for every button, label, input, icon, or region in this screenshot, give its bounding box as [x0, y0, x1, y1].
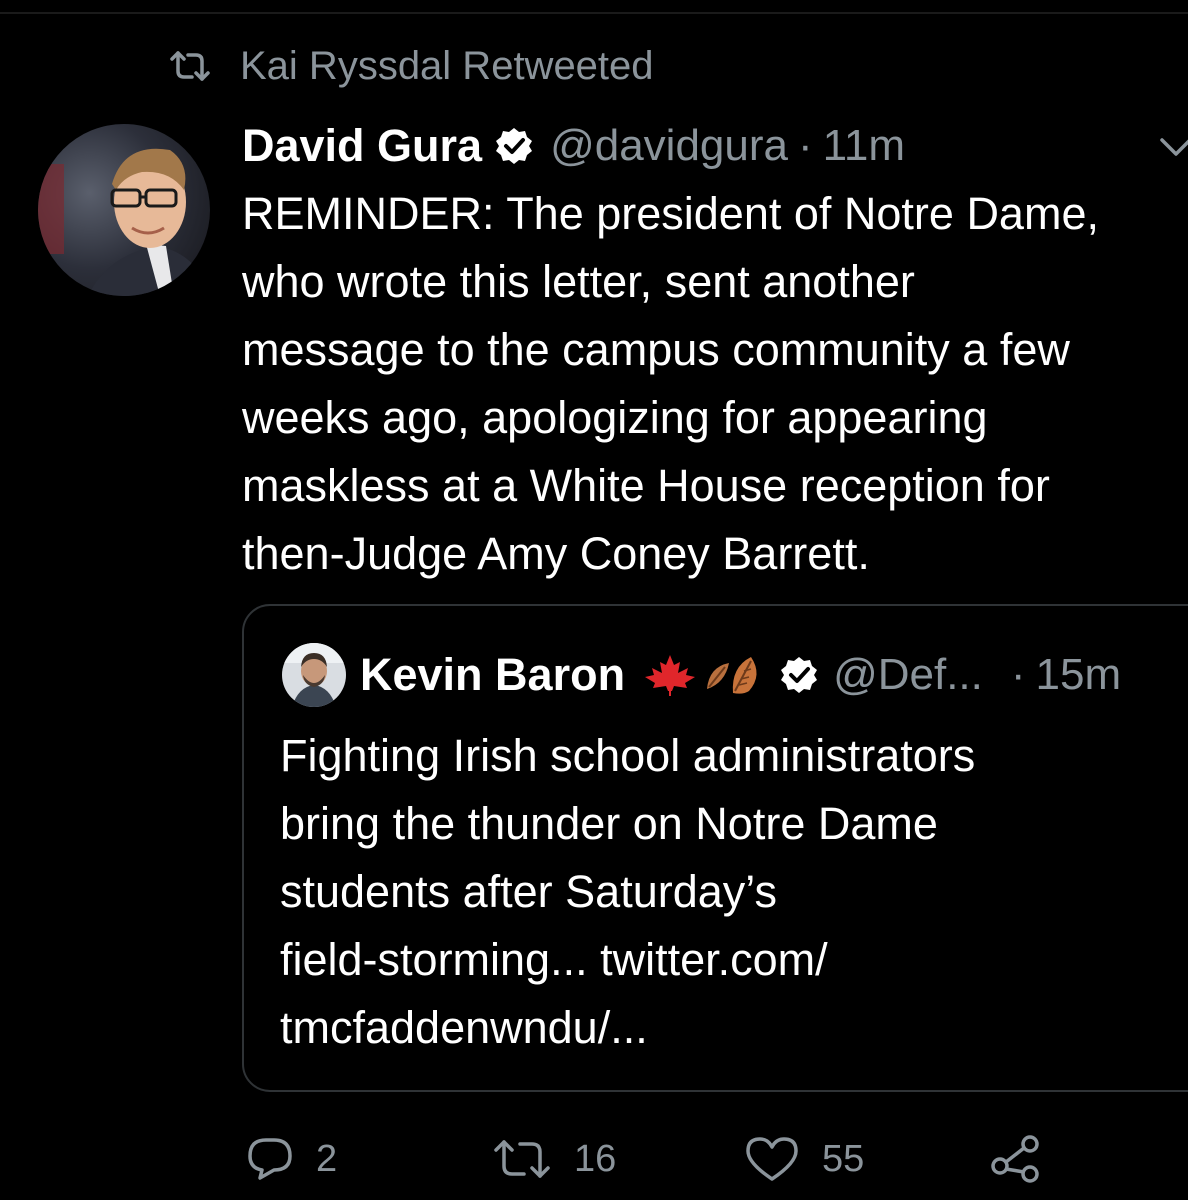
tweet-text-line: who wrote this letter, sent another: [242, 256, 915, 307]
tweet-action-bar: 2 16 55: [0, 1126, 1188, 1192]
tweet-text-line: maskless at a White House reception for: [242, 460, 1050, 511]
tweet-text-line: message to the campus community a few: [242, 324, 1070, 375]
tweet-timestamp[interactable]: 11m: [823, 121, 905, 171]
quoted-text-line: bring the thunder on Notre Dame: [280, 798, 938, 849]
retweet-count: 16: [574, 1137, 617, 1180]
retweet-icon: [170, 51, 210, 81]
avatar-photo: [38, 124, 210, 296]
author-name[interactable]: David Gura: [242, 120, 482, 172]
tweet-text-line: then-Judge Amy Coney Barrett.: [242, 528, 870, 579]
reply-icon: [248, 1138, 292, 1180]
quoted-author-name[interactable]: Kevin Baron: [360, 649, 625, 701]
quoted-text-line: students after Saturday’s: [280, 866, 777, 917]
quoted-header-separator: ·: [1010, 650, 1026, 699]
share-icon: [991, 1135, 1039, 1183]
author-avatar[interactable]: [38, 124, 210, 296]
tweet-body: REMINDER: The president of Notre Dame, w…: [242, 180, 1188, 588]
like-count: 55: [822, 1137, 865, 1180]
quoted-avatar-photo: [282, 643, 346, 707]
quoted-text-line: Fighting Irish school administrators: [280, 730, 976, 781]
tweet-text-line: REMINDER: The president of Notre Dame,: [242, 188, 1099, 239]
tweet-header: David Gura @davidgura · 11m: [242, 116, 905, 176]
top-divider: [0, 12, 1188, 14]
quoted-author-avatar[interactable]: [282, 643, 346, 707]
retweet-context-label: Kai Ryssdal Retweeted: [240, 43, 654, 88]
retweet-button[interactable]: 16: [492, 1126, 616, 1192]
quoted-author-handle[interactable]: @Def...: [833, 650, 983, 700]
reply-button[interactable]: 2: [246, 1126, 337, 1192]
verified-badge-icon: [781, 657, 818, 693]
author-handle[interactable]: @davidgura: [550, 121, 788, 171]
quoted-text-line[interactable]: field-storming... twitter.com/: [280, 926, 1180, 994]
quoted-tweet-header: Kevin Baron @Def... · 15m: [282, 642, 1121, 708]
quoted-text-line[interactable]: tmcfaddenwndu/...: [280, 994, 1180, 1062]
verified-badge-icon: [496, 128, 533, 164]
quoted-tweet-body: Fighting Irish school administrators bri…: [280, 722, 1180, 1062]
reply-count: 2: [316, 1137, 338, 1180]
like-button[interactable]: 55: [744, 1126, 864, 1192]
like-icon: [746, 1137, 798, 1181]
retweet-context[interactable]: Kai Ryssdal Retweeted: [168, 40, 654, 92]
quoted-tweet-card[interactable]: Kevin Baron @Def... · 15m Fighting Irish…: [242, 604, 1188, 1092]
maple-leaf-icon: [645, 655, 696, 696]
chevron-down-icon[interactable]: [1156, 132, 1188, 162]
quoted-tweet-timestamp[interactable]: 15m: [1036, 650, 1122, 700]
tweet-text-line: weeks ago, apologizing for appearing: [242, 392, 988, 443]
fallen-leaf-icon: [707, 657, 757, 694]
retweet-icon: [494, 1140, 550, 1178]
share-button[interactable]: [990, 1126, 1064, 1192]
header-separator: ·: [798, 121, 813, 170]
